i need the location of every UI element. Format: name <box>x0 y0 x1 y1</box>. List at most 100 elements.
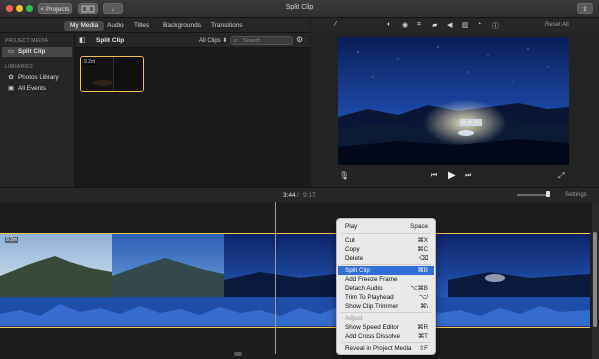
scrollbar-thumb[interactable] <box>593 232 597 327</box>
magic-wand-icon[interactable]: ⁄ <box>335 21 336 28</box>
clip-duration: 9.2m <box>5 237 19 243</box>
menu-item-shortcut: ⌘T <box>417 333 428 340</box>
tab-transitions[interactable]: Transitions <box>205 21 249 31</box>
sidebar-item-label: Photos Library <box>18 74 59 81</box>
library-sidebar: PROJECT MEDIA ▭ Split Clip LIBRARIES ✿ Pho… <box>0 33 75 187</box>
timeline-clip[interactable]: 9.2m <box>0 233 590 328</box>
total-time: 9:17 <box>303 192 316 199</box>
media-tabs: My Media Audio Titles Backgrounds Transi… <box>0 18 310 33</box>
color-balance-icon[interactable]: ◐ <box>387 21 391 28</box>
sidebar-item-photos-library[interactable]: ✿ Photos Library <box>2 73 72 83</box>
tab-my-media[interactable]: My Media <box>64 21 105 31</box>
menu-item-reveal-in-project-media[interactable]: Reveal in Project Media ⇧F <box>338 344 434 353</box>
menu-item-copy[interactable]: Copy ⌘C <box>338 245 434 254</box>
context-menu: Play Space Cut ⌘X Copy ⌘C Delete ⌫ Split Cli… <box>336 218 436 355</box>
menu-item-label: Trim To Playhead <box>345 294 394 301</box>
menu-item-shortcut: ⌫ <box>419 255 428 262</box>
menu-item-show-speed-editor[interactable]: Show Speed Editor ⌘R <box>338 323 434 332</box>
color-correction-icon[interactable]: ◉ <box>402 21 408 29</box>
menu-item-split-clip[interactable]: Split Clip ⌘B <box>338 266 434 275</box>
menu-item-label: Detach Audio <box>345 285 383 292</box>
menu-item-label: Add Freeze Frame <box>345 276 398 283</box>
clip-filmstrip <box>0 234 590 326</box>
window-title: Split Clip <box>285 4 314 11</box>
time-separator: / <box>297 192 299 199</box>
menu-item-add-freeze-frame[interactable]: Add Freeze Frame <box>338 275 434 284</box>
share-button[interactable]: ⇪ <box>577 3 593 14</box>
zoom-slider-thumb[interactable] <box>546 191 550 197</box>
share-icon: ⇪ <box>582 6 588 13</box>
menu-item-delete[interactable]: Delete ⌫ <box>338 254 434 263</box>
volume-icon[interactable]: ◀ <box>447 21 452 29</box>
menu-separator <box>341 264 431 265</box>
menu-item-cut[interactable]: Cut ⌘X <box>338 236 434 245</box>
reset-all-button[interactable]: Reset All <box>545 22 569 28</box>
settings-button[interactable]: Settings <box>565 192 587 198</box>
menu-item-label: Show Clip Trimmer <box>345 303 399 310</box>
menu-item-shortcut: ⇧F <box>418 345 428 352</box>
menu-item-shortcut: ⌘R <box>417 324 428 331</box>
events-icon: ▣ <box>8 85 14 92</box>
menu-separator <box>341 312 431 313</box>
menu-item-shortcut: ⌘B <box>417 267 429 274</box>
menu-item-detach-audio[interactable]: Detach Audio ⌥⌘B <box>338 284 434 293</box>
search-input[interactable]: ⌕ Search <box>230 36 293 45</box>
stabilization-icon[interactable]: ▰ <box>432 21 437 29</box>
settings-gear-icon[interactable]: ⚙ <box>296 35 303 44</box>
playhead[interactable] <box>275 202 276 354</box>
timeline-header: 3:44 / 9:17 Settings <box>0 187 599 203</box>
clip-filter-select[interactable]: All Clips ⬍ <box>199 37 227 44</box>
info-icon[interactable]: ⓘ <box>492 21 499 31</box>
skip-forward-icon[interactable]: ⏭ <box>465 172 471 180</box>
menu-item-shortcut: Space <box>410 223 428 230</box>
current-time: 3:44 <box>283 192 296 199</box>
menu-item-shortcut: ⌘\ <box>419 303 428 310</box>
menu-item-shortcut: ⌥/ <box>418 294 428 301</box>
menu-item-label: Delete <box>345 255 364 262</box>
noise-reduction-icon[interactable]: ▥ <box>462 21 469 29</box>
sidebar-item-split-clip[interactable]: ▭ Split Clip <box>2 47 72 57</box>
vertical-scrollbar[interactable] <box>592 202 599 359</box>
search-icon: ⌕ <box>234 38 238 44</box>
crop-icon[interactable]: ⌗ <box>417 21 421 29</box>
microphone-icon[interactable]: 🎙 <box>339 171 349 180</box>
viewer-toolbar: ⁄ ◐ ◉ ⌗ ▰ ◀ ▥ ◔ ⓘ Reset All <box>311 18 599 32</box>
menu-item-label: Split Clip <box>345 267 370 274</box>
video-preview <box>338 37 569 165</box>
sidebar-toggle-icon[interactable]: ◧ <box>79 36 86 44</box>
tab-titles[interactable]: Titles <box>128 21 155 31</box>
speed-icon[interactable]: ◔ <box>477 21 481 28</box>
tab-audio[interactable]: Audio <box>101 21 130 31</box>
menu-item-label: Reveal in Project Media <box>345 345 412 352</box>
clip-thumbnail[interactable]: 9.2m <box>80 56 144 92</box>
browser-title: Split Clip <box>96 37 125 44</box>
zoom-slider-track[interactable] <box>517 194 549 196</box>
film-icon: ▭ <box>8 48 14 55</box>
menu-item-label: Cut <box>345 237 355 244</box>
menu-item-add-cross-dissolve[interactable]: Add Cross Dissolve ⌘T <box>338 332 434 341</box>
menu-item-play[interactable]: Play Space <box>338 222 434 231</box>
skip-back-icon[interactable]: ⏮ <box>431 172 437 180</box>
menu-item-label: Adjust <box>345 315 363 322</box>
menu-item-label: Add Cross Dissolve <box>345 333 400 340</box>
sidebar-item-all-events[interactable]: ▣ All Events <box>2 84 72 94</box>
sidebar-item-label: Split Clip <box>18 48 46 55</box>
libraries-header: LIBRARIES <box>5 64 33 70</box>
menu-separator <box>341 342 431 343</box>
menu-item-trim-to-playhead[interactable]: Trim To Playhead ⌥/ <box>338 293 434 302</box>
menu-item-shortcut: ⌘X <box>417 237 429 244</box>
resize-grip[interactable] <box>234 352 242 356</box>
title-bar: < Projects ↓ Split Clip ⇪ <box>0 0 599 18</box>
project-media-header: PROJECT MEDIA <box>5 38 49 44</box>
menu-item-shortcut: ⌥⌘B <box>410 285 428 292</box>
photos-icon: ✿ <box>8 74 14 81</box>
menu-item-adjust: Adjust <box>338 314 434 323</box>
menu-separator <box>341 233 431 234</box>
menu-item-show-clip-trimmer[interactable]: Show Clip Trimmer ⌘\ <box>338 302 434 311</box>
play-icon[interactable]: ▶ <box>448 170 456 181</box>
tab-backgrounds[interactable]: Backgrounds <box>157 21 207 31</box>
sidebar-item-label: All Events <box>18 85 46 92</box>
menu-item-shortcut: ⌘C <box>417 246 428 253</box>
menu-item-label: Play <box>345 223 358 230</box>
fullscreen-icon[interactable]: ⤢ <box>558 171 564 181</box>
